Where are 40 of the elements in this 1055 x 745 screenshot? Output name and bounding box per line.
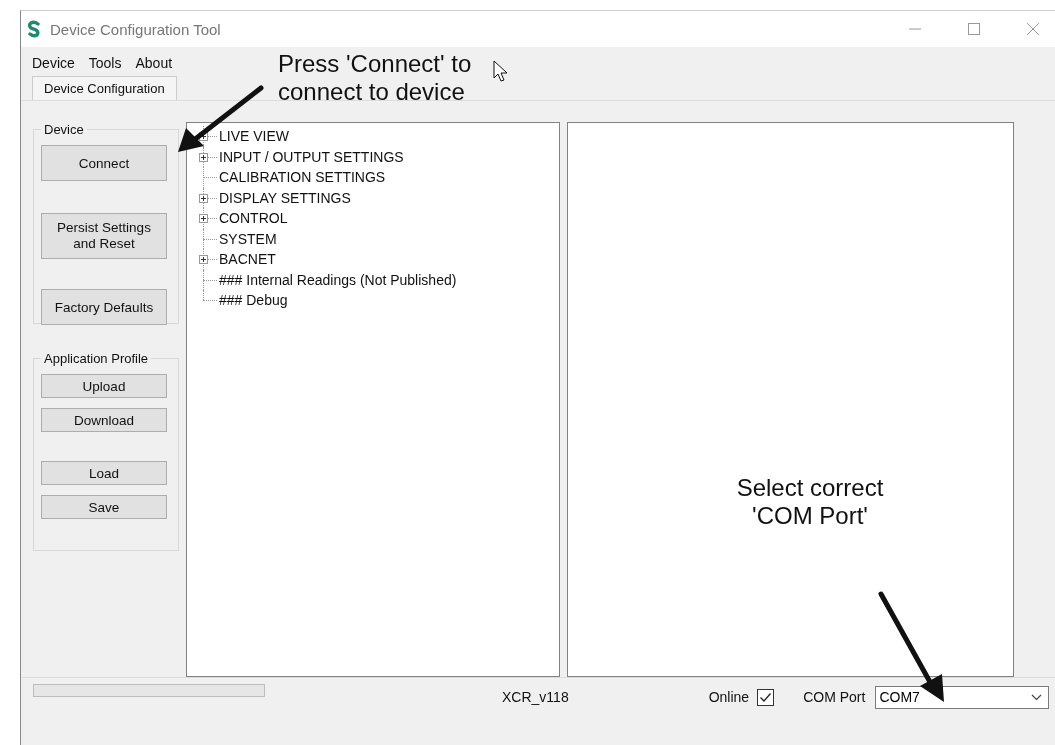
- action-button[interactable]: Upload: [41, 374, 167, 398]
- tree-item[interactable]: LIVE VIEW: [219, 128, 290, 145]
- group-title: Device: [43, 122, 85, 137]
- online-label: Online: [708, 689, 750, 705]
- tree-item[interactable]: CONTROL: [219, 210, 288, 227]
- action-button[interactable]: Download: [41, 408, 167, 432]
- com-port-dropdown[interactable]: COM7: [875, 685, 1050, 709]
- expand-icon[interactable]: [199, 152, 208, 162]
- action-button[interactable]: Persist Settings and Reset: [41, 213, 167, 259]
- tab[interactable]: Device Configuration: [32, 76, 177, 100]
- annotation-text: Press 'Connect' to connect to device: [278, 50, 473, 106]
- tree-item[interactable]: ### Debug: [219, 292, 288, 309]
- expand-icon[interactable]: [199, 255, 208, 264]
- tree-item[interactable]: INPUT / OUTPUT SETTINGS: [219, 148, 404, 165]
- menu-item[interactable]: Device: [32, 55, 75, 75]
- mouse-cursor-icon: [493, 60, 509, 84]
- annotation-text: Select correct 'COM Port': [735, 474, 885, 530]
- com-port-label: COM Port: [803, 689, 866, 705]
- group-title: Application Profile: [43, 351, 150, 366]
- tree-item[interactable]: DISPLAY SETTINGS: [219, 189, 351, 206]
- menu-item[interactable]: Tools: [88, 55, 122, 75]
- expand-icon[interactable]: [199, 132, 208, 141]
- maximize-icon[interactable]: [967, 22, 981, 36]
- online-checkbox[interactable]: [757, 688, 775, 706]
- chevron-down-icon: [1031, 693, 1043, 701]
- tree-item[interactable]: SYSTEM: [219, 230, 277, 247]
- menu-item[interactable]: About: [135, 55, 173, 75]
- app-logo-icon: [27, 20, 41, 38]
- action-button[interactable]: Connect: [41, 145, 167, 181]
- action-button[interactable]: Save: [41, 495, 167, 519]
- tree-item[interactable]: ### Internal Readings (Not Published): [219, 271, 457, 288]
- version-label: XCR_v118: [502, 689, 569, 705]
- window-title: Device Configuration Tool: [50, 20, 221, 38]
- action-button[interactable]: Factory Defaults: [41, 289, 167, 325]
- expand-icon[interactable]: [199, 214, 208, 223]
- tree-item[interactable]: BACNET: [219, 251, 276, 268]
- expand-icon[interactable]: [199, 193, 208, 203]
- action-button[interactable]: Load: [41, 461, 167, 485]
- tree-item[interactable]: CALIBRATION SETTINGS: [219, 169, 386, 186]
- close-icon[interactable]: [1026, 22, 1040, 36]
